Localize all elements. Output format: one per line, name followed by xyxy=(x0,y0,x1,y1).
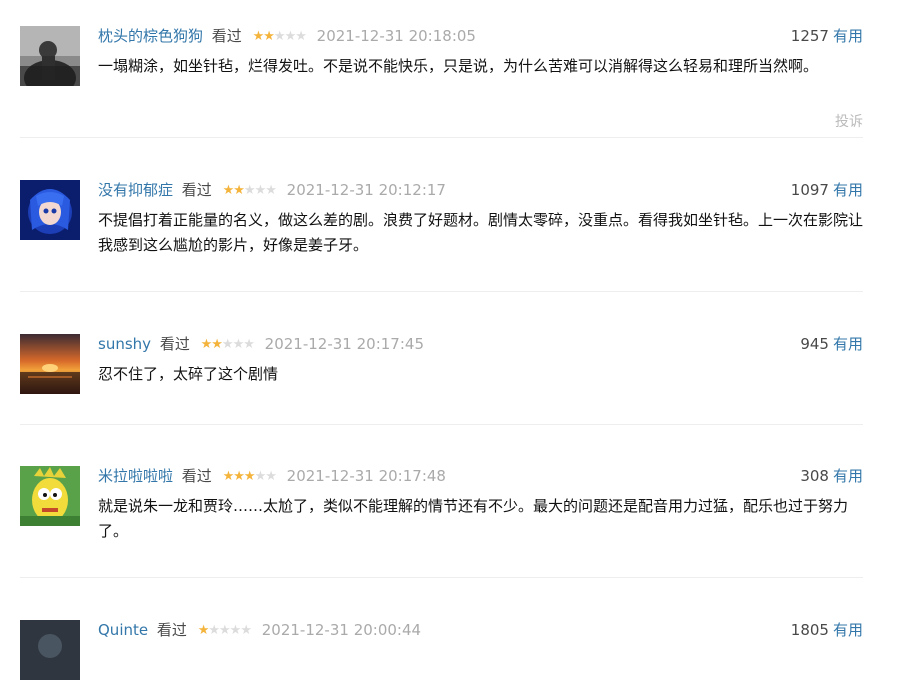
star-filled-icon: ★ xyxy=(263,29,275,44)
star-filled-icon: ★ xyxy=(233,469,245,484)
star-empty-icon: ★ xyxy=(232,337,245,352)
avatar[interactable] xyxy=(20,26,80,86)
rating-stars: ★★★★★ xyxy=(252,27,307,47)
rating-stars: ★★★★★ xyxy=(200,335,255,355)
vote-area: 1805 有用 xyxy=(791,620,863,640)
star-empty-icon: ★ xyxy=(254,183,267,198)
star-empty-icon: ★ xyxy=(284,29,297,44)
vote-count: 308 xyxy=(800,467,829,485)
useful-button[interactable]: 有用 xyxy=(833,335,863,353)
watch-status: 看过 xyxy=(159,335,190,353)
comment-time: 2021-12-31 20:12:17 xyxy=(286,181,446,199)
avatar[interactable] xyxy=(20,466,80,526)
vote-count: 1257 xyxy=(790,27,829,45)
comment-time: 2021-12-31 20:18:05 xyxy=(316,27,476,45)
useful-button[interactable]: 有用 xyxy=(833,27,863,45)
star-filled-icon: ★ xyxy=(197,623,210,638)
watch-status: 看过 xyxy=(211,27,242,45)
comment-time: 2021-12-31 20:00:44 xyxy=(261,621,422,639)
vote-count: 945 xyxy=(800,335,829,353)
vote-area: 1097 有用 xyxy=(791,180,863,200)
comment-time: 2021-12-31 20:17:45 xyxy=(264,335,424,353)
star-filled-icon: ★ xyxy=(222,469,235,484)
vote-area: 945 有用 xyxy=(800,334,863,354)
comment-text: 不提倡打着正能量的名义，做这么差的剧。浪费了好题材。剧情太零碎，没重点。看得我如… xyxy=(98,211,864,254)
vote-area: 1257 有用 xyxy=(791,26,863,46)
star-empty-icon: ★ xyxy=(265,183,277,198)
comment-text: 忍不住了，太碎了这个剧情 xyxy=(98,365,279,383)
comment-info: 米拉啦啦啦 看过 ★★★★★ 2021-12-31 20:17:48 308 有用 xyxy=(98,466,863,486)
star-empty-icon: ★ xyxy=(240,623,252,638)
star-filled-icon: ★ xyxy=(233,183,245,198)
comment-item: Quinte 看过 ★★★★★ 2021-12-31 20:00:44 1805… xyxy=(20,620,863,680)
username-link[interactable]: Quinte xyxy=(98,621,148,639)
comment-info: sunshy 看过 ★★★★★ 2021-12-31 20:17:45 945 有… xyxy=(98,334,863,354)
star-empty-icon: ★ xyxy=(254,469,267,484)
useful-button[interactable]: 有用 xyxy=(833,467,863,485)
vote-area: 308 有用 xyxy=(800,466,863,486)
star-filled-icon: ★ xyxy=(252,29,265,44)
star-empty-icon: ★ xyxy=(265,469,277,484)
star-empty-icon: ★ xyxy=(229,623,242,638)
report-button[interactable]: 投诉 xyxy=(835,111,863,131)
vote-count: 1097 xyxy=(790,181,829,199)
star-empty-icon: ★ xyxy=(295,29,307,44)
rating-stars: ★★★★★ xyxy=(197,621,252,641)
rating-stars: ★★★★★ xyxy=(222,181,277,201)
comment-info: 没有抑郁症 看过 ★★★★★ 2021-12-31 20:12:17 1097 有… xyxy=(98,180,863,200)
comment-item: 没有抑郁症 看过 ★★★★★ 2021-12-31 20:12:17 1097 有… xyxy=(20,180,863,292)
star-empty-icon: ★ xyxy=(243,183,256,198)
avatar[interactable] xyxy=(20,334,80,394)
watch-status: 看过 xyxy=(181,467,212,485)
star-empty-icon: ★ xyxy=(273,29,286,44)
star-empty-icon: ★ xyxy=(243,337,255,352)
comment-item: sunshy 看过 ★★★★★ 2021-12-31 20:17:45 945 有… xyxy=(20,334,863,425)
star-empty-icon: ★ xyxy=(219,623,231,638)
watch-status: 看过 xyxy=(181,181,212,199)
comment-text: 一塌糊涂，如坐针毡，烂得发吐。不是说不能快乐，只是说，为什么苦难可以消解得这么轻… xyxy=(98,57,819,75)
star-empty-icon: ★ xyxy=(221,337,234,352)
username-link[interactable]: sunshy xyxy=(98,335,151,353)
comment-info: Quinte 看过 ★★★★★ 2021-12-31 20:00:44 1805… xyxy=(98,620,863,640)
comment-info: 枕头的棕色狗狗 看过 ★★★★★ 2021-12-31 20:18:05 125… xyxy=(98,26,863,46)
comment-time: 2021-12-31 20:17:48 xyxy=(286,467,446,485)
watch-status: 看过 xyxy=(156,621,187,639)
comment-text: 就是说朱一龙和贾玲……太尬了，类似不能理解的情节还有不少。最大的问题还是配音用力… xyxy=(98,497,849,540)
username-link[interactable]: 没有抑郁症 xyxy=(98,181,173,199)
star-filled-icon: ★ xyxy=(243,469,256,484)
avatar[interactable] xyxy=(20,180,80,240)
avatar[interactable] xyxy=(20,620,80,680)
comment-item: 枕头的棕色狗狗 看过 ★★★★★ 2021-12-31 20:18:05 125… xyxy=(20,26,863,138)
star-filled-icon: ★ xyxy=(200,337,213,352)
username-link[interactable]: 米拉啦啦啦 xyxy=(98,467,173,485)
star-empty-icon: ★ xyxy=(208,623,220,638)
star-filled-icon: ★ xyxy=(222,183,235,198)
username-link[interactable]: 枕头的棕色狗狗 xyxy=(98,27,203,45)
star-filled-icon: ★ xyxy=(211,337,223,352)
rating-stars: ★★★★★ xyxy=(222,467,277,487)
useful-button[interactable]: 有用 xyxy=(833,181,863,199)
vote-count: 1805 xyxy=(790,621,829,639)
comment-item: 米拉啦啦啦 看过 ★★★★★ 2021-12-31 20:17:48 308 有用… xyxy=(20,466,863,578)
useful-button[interactable]: 有用 xyxy=(833,621,863,639)
